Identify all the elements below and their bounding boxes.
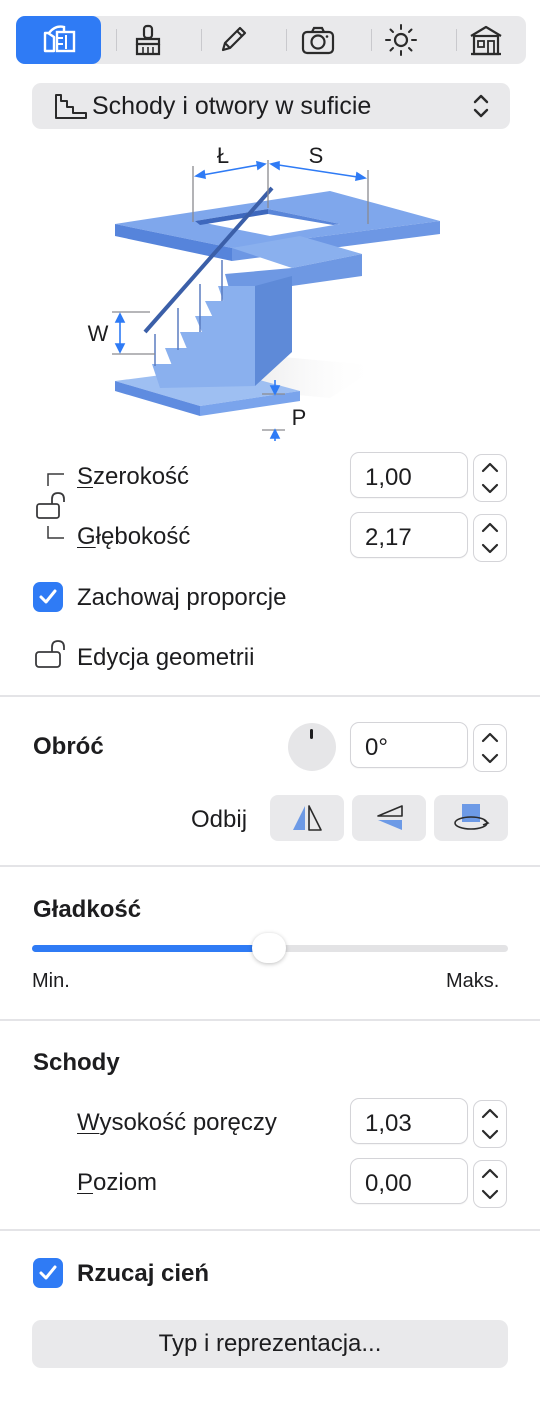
house-icon <box>469 25 502 56</box>
smoothness-max-label: Maks. <box>446 970 500 992</box>
width-field[interactable]: 1,00 <box>350 452 468 498</box>
flip-horizontal-icon <box>293 805 322 831</box>
level-label: Poziom <box>77 1169 158 1196</box>
rotate-3d-icon <box>454 804 490 830</box>
width-label: Szerokość <box>77 463 190 490</box>
rail-height-label: Wysokość poręczy <box>77 1109 277 1136</box>
cast-shadow-label: Rzucaj cień <box>77 1260 210 1287</box>
keep-proportions-label: Zachowaj proporcje <box>77 584 287 611</box>
stepper-arrows-icon <box>481 732 499 764</box>
checkmark-icon <box>39 589 57 604</box>
dim-label-l: Ł <box>217 143 229 168</box>
smoothness-title: Gładkość <box>33 896 142 923</box>
popup-label: Schody i otwory w suficie <box>92 92 372 120</box>
level-stepper[interactable] <box>473 1160 507 1208</box>
checkmark-icon <box>39 1265 57 1280</box>
rotation-dial[interactable] <box>288 723 336 771</box>
depth-stepper[interactable] <box>473 514 507 562</box>
width-stepper[interactable] <box>473 454 507 502</box>
keep-proportions-checkbox[interactable] <box>33 582 63 612</box>
stepper-arrows-icon <box>481 462 499 494</box>
stepper-arrows-icon <box>481 522 499 554</box>
inspector-toolbar <box>16 16 526 64</box>
dim-label-p: P <box>292 405 307 430</box>
object-modify-icon <box>43 25 75 53</box>
divider <box>0 865 540 867</box>
tab-object-modify[interactable] <box>16 16 101 64</box>
rail-height-stepper[interactable] <box>473 1100 507 1148</box>
stairs-title: Schody <box>33 1049 120 1076</box>
type-representation-button[interactable]: Typ i reprezentacja... <box>32 1320 508 1368</box>
tab-light[interactable] <box>358 16 443 64</box>
stepper-arrows-icon <box>481 1108 499 1140</box>
cast-shadow-checkbox[interactable] <box>33 1258 63 1288</box>
depth-field[interactable]: 2,17 <box>350 512 468 558</box>
flip-vertical-button[interactable] <box>352 795 426 841</box>
flip-horizontal-button[interactable] <box>270 795 344 841</box>
mirror-label: Odbij <box>191 806 248 833</box>
rotate-title: Obróć <box>33 733 104 760</box>
flip-vertical-icon <box>377 805 403 830</box>
stairs-diagram: Ł S W P <box>88 143 440 441</box>
paint-icon <box>135 24 160 56</box>
stepper-arrows-icon <box>481 1168 499 1200</box>
pencil-icon <box>221 26 246 52</box>
rotation-stepper[interactable] <box>473 724 507 772</box>
light-icon <box>384 24 417 56</box>
object-type-popup[interactable]: Schody i otwory w suficie <box>32 83 510 129</box>
rotation-angle-field[interactable]: 0° <box>350 722 468 768</box>
proportion-link-icon <box>36 473 65 539</box>
stairs-icon <box>55 94 87 119</box>
smoothness-slider-thumb[interactable] <box>252 933 286 963</box>
rail-height-field[interactable]: 1,03 <box>350 1098 468 1144</box>
unlock-icon[interactable] <box>34 638 70 672</box>
smoothness-min-label: Min. <box>32 970 70 992</box>
divider <box>0 1229 540 1231</box>
level-field[interactable]: 0,00 <box>350 1158 468 1204</box>
flip-3d-button[interactable] <box>434 795 508 841</box>
dim-label-s: S <box>309 143 324 168</box>
tab-pencil[interactable] <box>190 16 275 64</box>
tab-house[interactable] <box>443 16 528 64</box>
edit-geometry-label[interactable]: Edycja geometrii <box>77 644 254 672</box>
divider <box>0 695 540 697</box>
smoothness-slider-fill <box>32 945 270 952</box>
camera-icon <box>301 26 334 55</box>
dim-label-w: W <box>88 321 109 346</box>
divider <box>0 1019 540 1021</box>
dial-indicator <box>310 729 313 739</box>
tab-paint[interactable] <box>105 16 190 64</box>
chevron-updown-icon <box>473 94 489 118</box>
tab-camera[interactable] <box>275 16 360 64</box>
depth-label: Głębokość <box>77 523 191 550</box>
